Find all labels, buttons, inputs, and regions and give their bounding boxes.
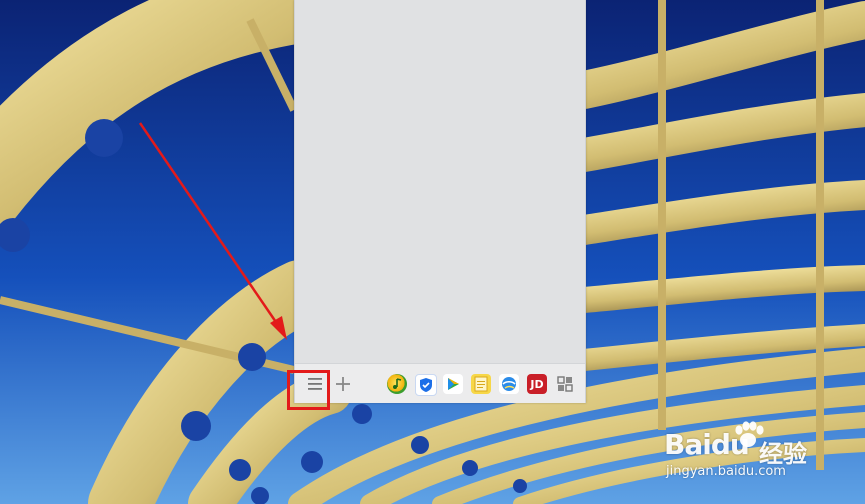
jd-shopping-icon[interactable]: JD [527,374,547,394]
security-shield-icon[interactable] [415,374,437,396]
watermark-url: jingyan.baidu.com [666,464,786,479]
baidu-jingyan-watermark: Baidu 经验 jingyan.baidu.com [664,421,844,488]
notes-icon[interactable] [471,374,491,394]
apps-grid-icon[interactable] [555,374,575,394]
jd-label: JD [530,377,544,391]
panel-toolbar: JD [295,363,585,403]
video-player-icon[interactable] [443,374,463,394]
music-app-icon[interactable] [387,374,407,394]
taskbar-panel: JD [294,0,586,403]
add-button[interactable] [331,372,355,396]
panel-empty-area [295,0,585,364]
plus-icon [336,377,350,391]
browser-icon[interactable] [499,374,519,394]
annotation-highlight-box [287,370,330,410]
